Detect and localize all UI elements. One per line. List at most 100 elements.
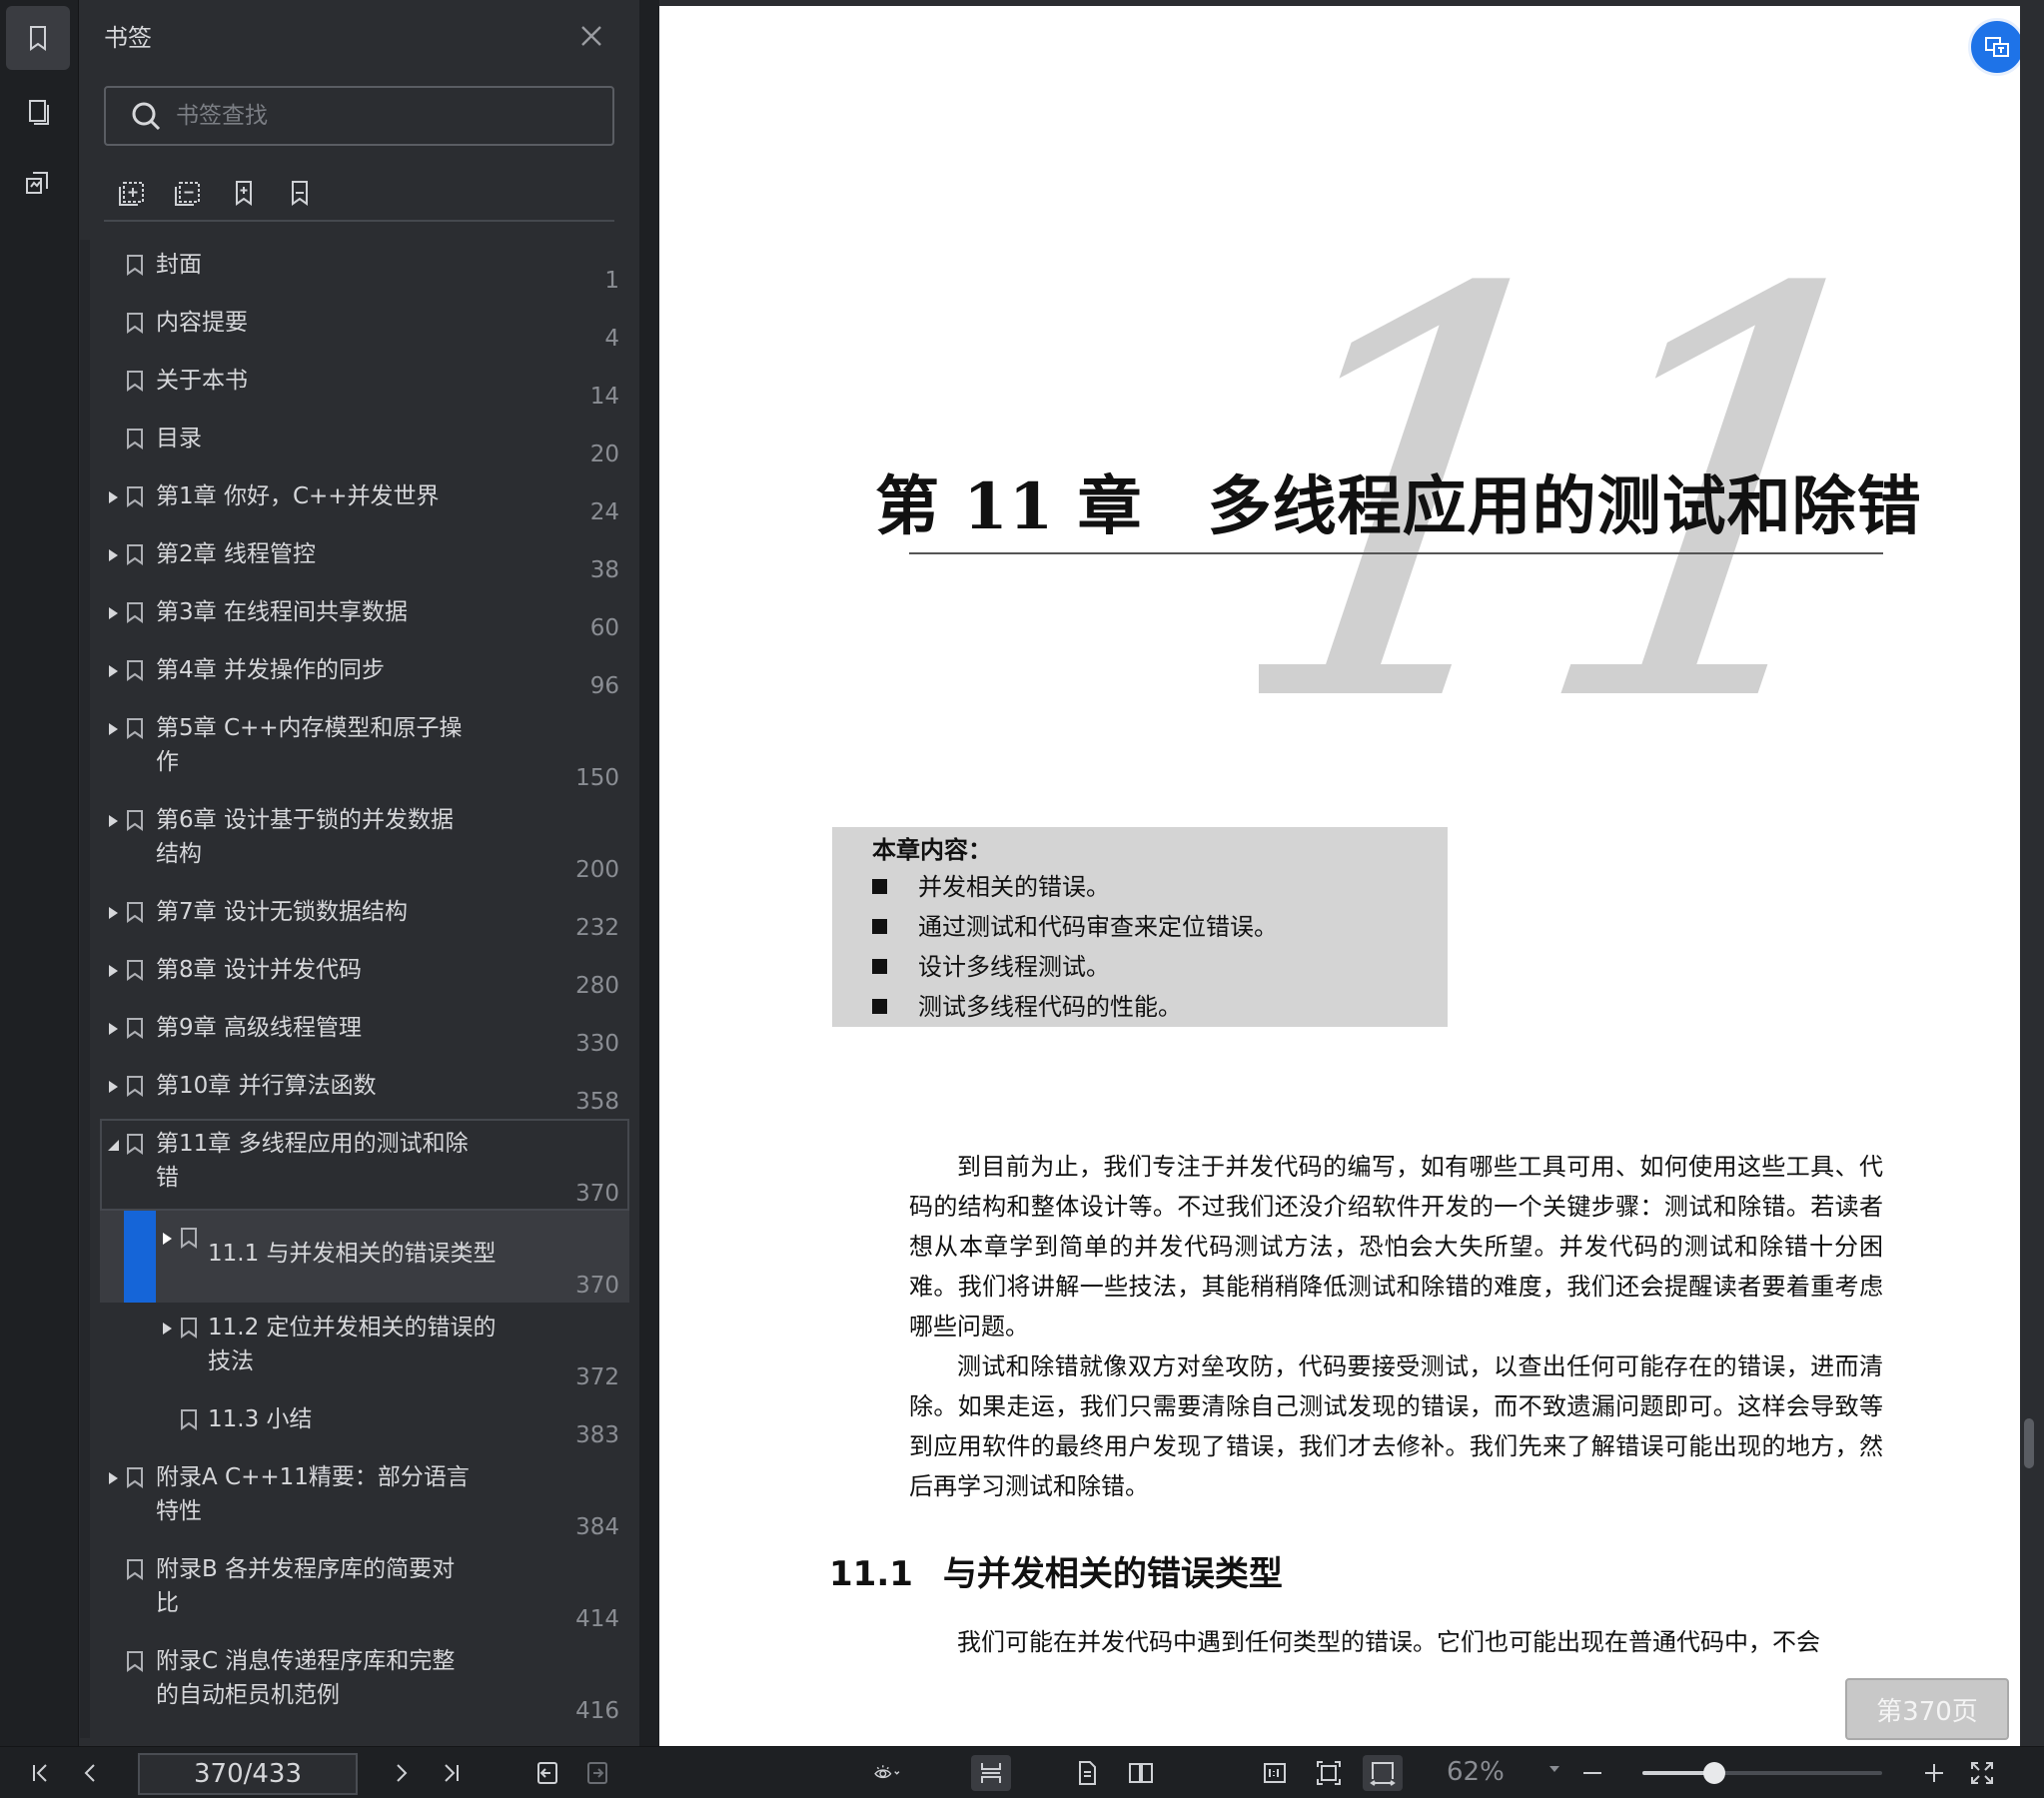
- panel-splitter[interactable]: [639, 0, 659, 1746]
- paragraph: 到目前为止，我们专注于并发代码的编写，如有哪些工具可用、如何使用这些工具、代码的…: [909, 1153, 1883, 1341]
- collapse-all-button[interactable]: [160, 170, 216, 216]
- zoom-slider-knob[interactable]: [1703, 1762, 1725, 1784]
- single-page-button[interactable]: [1067, 1755, 1107, 1791]
- zoom-in-button[interactable]: [1914, 1755, 1954, 1791]
- annotation-tab-button[interactable]: [6, 152, 70, 216]
- expand-arrow-icon[interactable]: [106, 1079, 120, 1093]
- page-number-input[interactable]: [138, 1753, 358, 1795]
- bookmark-label: 内容提要: [156, 310, 248, 336]
- bookmark-item[interactable]: 附录B 各并发程序库的简要对比 414: [100, 1544, 629, 1636]
- actual-size-button[interactable]: [1255, 1755, 1295, 1791]
- bookmark-item[interactable]: 11.2 定位并发相关的错误的技法 372: [100, 1303, 629, 1394]
- translate-floating-button[interactable]: [1968, 18, 2020, 76]
- reading-mode-button[interactable]: [859, 1755, 915, 1791]
- bookmark-page-number: 24: [589, 499, 619, 525]
- bookmark-icon: [126, 959, 144, 981]
- close-panel-button[interactable]: [577, 22, 605, 50]
- fit-width-button[interactable]: [1363, 1755, 1403, 1791]
- expand-arrow-icon[interactable]: [106, 1470, 120, 1484]
- expand-arrow-icon[interactable]: [160, 1321, 174, 1335]
- document-scrollbar[interactable]: [2020, 0, 2044, 1746]
- bookmark-item[interactable]: 附录C 消息传递程序库和完整的自动柜员机范例 416: [100, 1636, 629, 1728]
- forward-button[interactable]: [577, 1755, 617, 1791]
- bookmark-label: 第4章 并发操作的同步: [156, 657, 385, 683]
- bookmark-item-current[interactable]: 11.1 与并发相关的错误类型 370: [100, 1211, 629, 1303]
- bookmark-label: 目录: [156, 426, 202, 451]
- expand-arrow-icon[interactable]: [160, 1231, 174, 1245]
- expand-arrow-icon[interactable]: [106, 547, 120, 561]
- fit-page-button[interactable]: [1309, 1755, 1349, 1791]
- expand-arrow-icon[interactable]: [106, 1021, 120, 1035]
- bookmark-item[interactable]: 关于本书 14: [100, 356, 629, 414]
- zoom-dropdown[interactable]: [1546, 1761, 1562, 1777]
- bookmark-item[interactable]: 第11章 多线程应用的测试和除错 370: [100, 1119, 629, 1211]
- continuous-scroll-button[interactable]: [971, 1755, 1011, 1791]
- bookmark-icon: [126, 1466, 144, 1488]
- bookmark-item[interactable]: 第9章 高级线程管理 330: [100, 1003, 629, 1061]
- bookmark-item[interactable]: 第10章 并行算法函数 358: [100, 1061, 629, 1119]
- last-page-button[interactable]: [432, 1755, 472, 1791]
- bookmark-item[interactable]: 第4章 并发操作的同步 96: [100, 645, 629, 703]
- expand-arrow-icon[interactable]: [106, 963, 120, 977]
- add-bookmark-icon: [236, 181, 252, 206]
- bookmark-page-number: 38: [589, 557, 619, 583]
- thumbnail-tab-button[interactable]: [6, 80, 70, 144]
- bookmark-page-number: 232: [575, 915, 619, 941]
- bookmark-icon: [180, 1317, 198, 1339]
- expand-arrow-icon[interactable]: [106, 905, 120, 919]
- bookmark-item[interactable]: 第2章 线程管控 38: [100, 529, 629, 587]
- expand-arrow-icon[interactable]: [106, 663, 120, 677]
- panel-scrollbar[interactable]: [80, 240, 90, 1738]
- bookmark-item[interactable]: 第7章 设计无锁数据结构 232: [100, 887, 629, 945]
- zoom-slider[interactable]: [1642, 1762, 1882, 1784]
- bookmark-item[interactable]: 第5章 C++内存模型和原子操作 150: [100, 703, 629, 795]
- paragraph: 测试和除错就像双方对垒攻防，代码要接受测试，以查出任何可能存在的错误，进而清除。…: [909, 1352, 1883, 1500]
- bookmark-options-button[interactable]: [272, 170, 328, 216]
- bookmark-icon: [126, 485, 144, 507]
- bookmark-page-number: 200: [575, 857, 619, 883]
- bookmark-item[interactable]: 内容提要 4: [100, 298, 629, 356]
- expand-all-button[interactable]: [104, 170, 160, 216]
- bookmark-label: 第9章 高级线程管理: [156, 1015, 362, 1041]
- zoom-out-button[interactable]: [1572, 1755, 1612, 1791]
- bookmark-tab-button[interactable]: [6, 6, 70, 70]
- bookmark-icon: [126, 1650, 144, 1672]
- scrollbar-thumb[interactable]: [2024, 1418, 2034, 1468]
- bookmark-search-input[interactable]: [176, 103, 575, 129]
- bookmark-item[interactable]: 封面 1: [100, 240, 629, 298]
- bookmark-label: 第2章 线程管控: [156, 541, 316, 567]
- collapse-all-icon: [175, 182, 200, 206]
- bookmark-item[interactable]: 附录A C++11精要：部分语言特性 384: [100, 1452, 629, 1544]
- expand-arrow-icon[interactable]: [106, 489, 120, 503]
- minus-icon: [1583, 1772, 1601, 1774]
- two-page-button[interactable]: [1121, 1755, 1161, 1791]
- bookmark-search-box[interactable]: [104, 86, 614, 146]
- search-icon: [132, 102, 161, 131]
- bookmark-icon: [126, 901, 144, 923]
- bookmark-item[interactable]: 11.3 小结 383: [100, 1394, 629, 1452]
- next-page-button[interactable]: [382, 1755, 422, 1791]
- bookmark-item[interactable]: 第1章 你好，C++并发世界 24: [100, 471, 629, 529]
- bookmark-icon: [126, 717, 144, 739]
- fullscreen-button[interactable]: [1962, 1755, 2002, 1791]
- bookmark-item[interactable]: 第6章 设计基于锁的并发数据结构 200: [100, 795, 629, 887]
- expand-arrow-icon[interactable]: [106, 605, 120, 619]
- add-bookmark-button[interactable]: [216, 170, 272, 216]
- expand-arrow-icon[interactable]: [106, 721, 120, 735]
- bookmark-item[interactable]: 第3章 在线程间共享数据 60: [100, 587, 629, 645]
- first-page-button[interactable]: [20, 1755, 60, 1791]
- previous-page-button[interactable]: [70, 1755, 110, 1791]
- bookmark-label: 附录C 消息传递程序库和完整的自动柜员机范例: [156, 1648, 456, 1708]
- page-number-badge: 第370页: [1845, 1678, 2009, 1740]
- chapter-contents-heading: 本章内容：: [872, 836, 992, 864]
- back-button[interactable]: [527, 1755, 567, 1791]
- two-page-icon: [1129, 1763, 1153, 1783]
- bookmark-icon: [126, 1075, 144, 1097]
- bookmark-label: 关于本书: [156, 368, 248, 394]
- bookmark-item[interactable]: 目录 20: [100, 414, 629, 471]
- expand-arrow-icon[interactable]: [106, 813, 120, 827]
- collapse-arrow-icon[interactable]: [106, 1137, 120, 1151]
- zoom-level[interactable]: 62%: [1447, 1757, 1505, 1787]
- bookmark-page-number: 330: [575, 1031, 619, 1057]
- bookmark-item[interactable]: 第8章 设计并发代码 280: [100, 945, 629, 1003]
